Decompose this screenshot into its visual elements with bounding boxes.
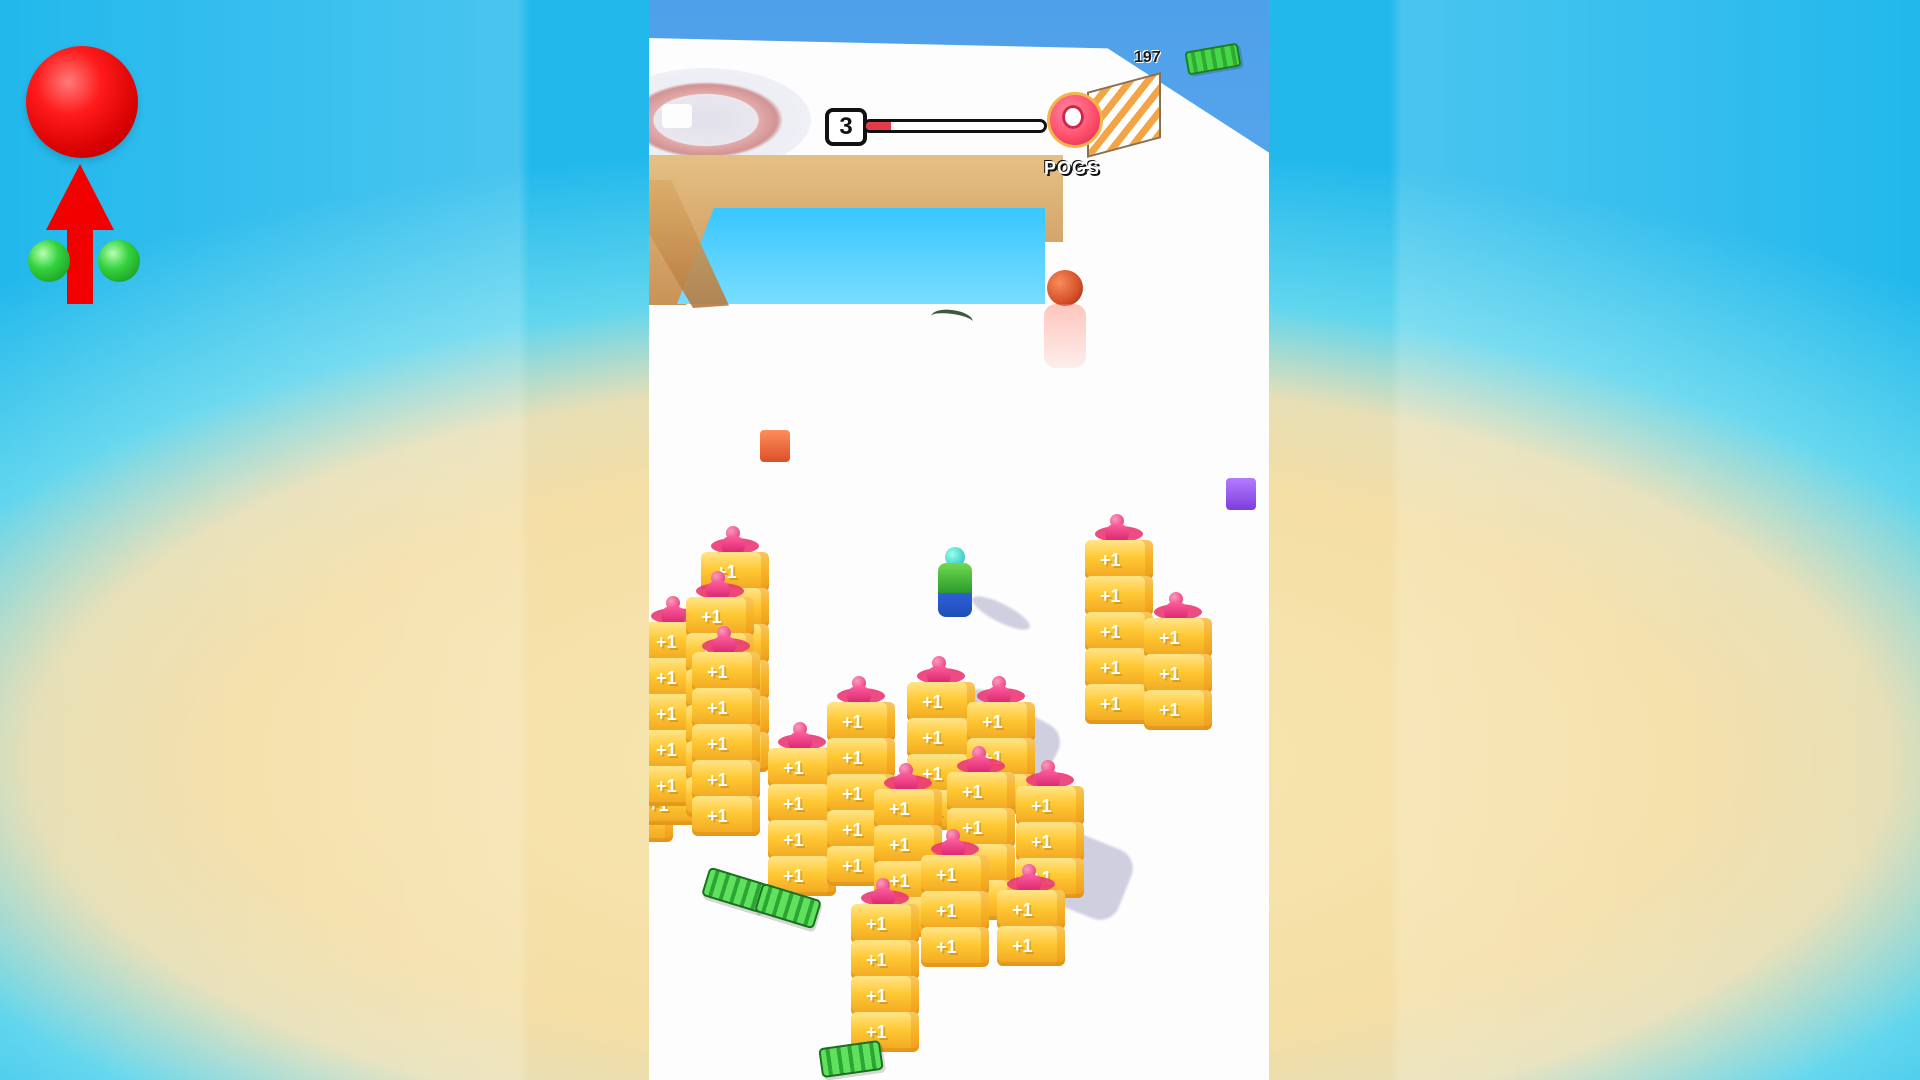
- progress-fill: [866, 122, 891, 130]
- up-arrow-icon: [46, 164, 114, 230]
- block-10a: [967, 702, 1035, 742]
- block-8b: [827, 738, 895, 778]
- rolling-ball-enemy: [1047, 270, 1083, 306]
- stack-16: [997, 864, 1065, 990]
- block-18c: [1144, 690, 1212, 730]
- block-13b: [1016, 822, 1084, 862]
- level-number-box: 3: [825, 108, 867, 146]
- cash-icon: [1184, 42, 1242, 76]
- block-11a: [874, 789, 942, 829]
- block-9a: [907, 682, 975, 722]
- green-ball-icon-left: [28, 240, 70, 282]
- block-6b: [692, 688, 760, 728]
- block-14b: [851, 940, 919, 980]
- green-ball-icon-right: [98, 240, 140, 282]
- player-body: [938, 563, 972, 617]
- block-6e: [692, 796, 760, 836]
- stack-6: [692, 626, 760, 870]
- water-pool: [677, 208, 1045, 304]
- direction-indicator: [22, 46, 146, 306]
- red-ball-icon: [26, 46, 138, 158]
- cash-count: 197: [1134, 49, 1161, 66]
- game-view[interactable]: 197 3 POGS: [649, 0, 1269, 1080]
- block-17a: [1085, 540, 1153, 580]
- block-6d: [692, 760, 760, 800]
- block-7a: [768, 748, 836, 788]
- boss-badge-icon: [1047, 92, 1103, 148]
- block-14a: [851, 904, 919, 944]
- progress-bar: [863, 119, 1047, 133]
- block-6c: [692, 724, 760, 764]
- block-6a: [692, 652, 760, 692]
- block-16a: [997, 890, 1065, 930]
- block-13a: [1016, 786, 1084, 826]
- boss-name: POGS: [1043, 158, 1100, 178]
- stage-icon: [662, 104, 692, 128]
- orange-crate: [760, 430, 790, 462]
- block-15b: [921, 891, 989, 931]
- block-17d: [1085, 648, 1153, 688]
- level-progress: 3 POGS: [825, 88, 1145, 178]
- block-15a: [921, 855, 989, 895]
- block-18a: [1144, 618, 1212, 658]
- player-character[interactable]: [933, 547, 977, 623]
- purple-crate: [1226, 478, 1256, 510]
- block-7c: [768, 820, 836, 860]
- block-17c: [1085, 612, 1153, 652]
- block-12a: [947, 772, 1015, 812]
- block-16b: [997, 926, 1065, 966]
- cash-counter: 197: [1134, 42, 1246, 77]
- block-7b: [768, 784, 836, 824]
- block-8a: [827, 702, 895, 742]
- block-15c: [921, 927, 989, 967]
- stack-18: [1144, 592, 1212, 742]
- block-14c: [851, 976, 919, 1016]
- up-arrow-shaft: [67, 228, 93, 304]
- block-18b: [1144, 654, 1212, 694]
- ball-trail: [1044, 304, 1086, 368]
- block-17b: [1085, 576, 1153, 616]
- stack-14: [851, 878, 919, 1052]
- stack-17: [1085, 514, 1153, 748]
- block-17e: [1085, 684, 1153, 724]
- stack-15: [921, 829, 989, 981]
